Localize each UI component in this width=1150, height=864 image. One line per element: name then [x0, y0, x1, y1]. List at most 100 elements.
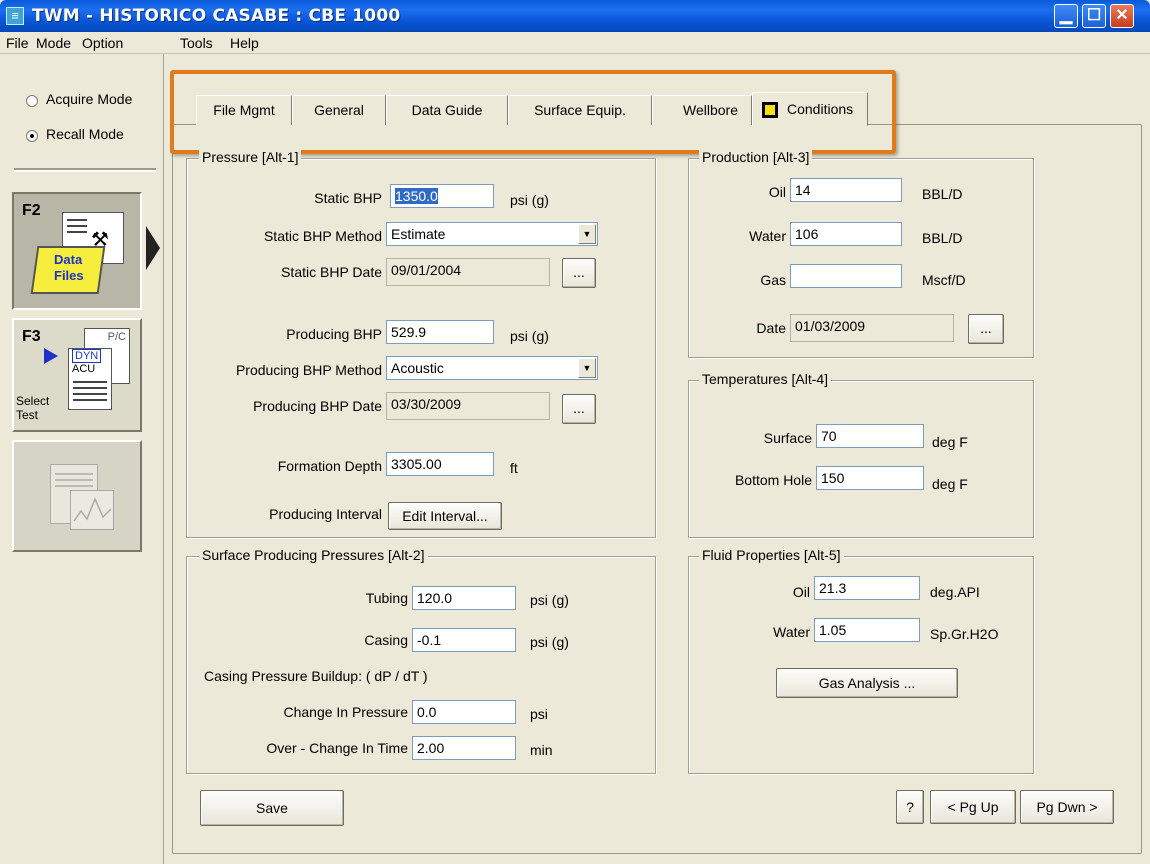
formation-depth-unit: ft [510, 460, 518, 476]
help-button[interactable]: ? [896, 790, 924, 824]
close-button[interactable]: ✕ [1110, 4, 1134, 28]
casing-label: Casing [364, 632, 408, 648]
minimize-icon: ▁ [1059, 7, 1073, 24]
producing-bhp-date-picker-button[interactable]: ... [562, 394, 596, 424]
title-bar: ≡ TWM - HISTORICO CASABE : CBE 1000 ▁ ☐ … [0, 0, 1150, 32]
fluid-oil-label: Oil [792, 584, 810, 600]
production-group-title: Production [Alt-3] [699, 149, 813, 165]
static-bhp-label: Static BHP [314, 190, 382, 206]
formation-depth-label: Formation Depth [277, 458, 382, 474]
fluid-water-label: Water [773, 624, 810, 640]
casing-buildup-label: Casing Pressure Buildup: ( dP / dT ) [204, 668, 428, 684]
static-bhp-date-field[interactable]: 09/01/2004 [386, 258, 550, 286]
change-time-unit: min [530, 742, 553, 758]
chevron-down-icon[interactable]: ▼ [578, 224, 596, 244]
surface-temp-unit: deg F [932, 434, 968, 450]
formation-depth-input[interactable]: 3305.00 [386, 452, 494, 476]
bottom-hole-temp-label: Bottom Hole [734, 472, 812, 488]
graph-icon [70, 490, 114, 530]
production-water-label: Water [749, 228, 786, 244]
maximize-icon: ☐ [1086, 7, 1102, 24]
pressure-group: Pressure [Alt-1] [186, 149, 656, 538]
app-icon: ≡ [6, 7, 24, 25]
static-bhp-date-picker-button[interactable]: ... [562, 258, 596, 288]
change-pressure-unit: psi [530, 706, 548, 722]
chevron-down-icon[interactable]: ▼ [578, 358, 596, 378]
acquire-mode-radio[interactable] [26, 95, 38, 107]
producing-bhp-unit: psi (g) [510, 328, 549, 344]
pressure-group-title: Pressure [Alt-1] [199, 149, 302, 165]
analysis-button[interactable] [12, 440, 142, 552]
menu-option[interactable]: Option [82, 35, 123, 51]
test-label: Test [16, 408, 39, 422]
production-date-field[interactable]: 01/03/2009 [790, 314, 954, 342]
fluid-oil-input[interactable]: 21.3 [814, 576, 920, 600]
menu-bar: File Mode Option Tools Help [0, 32, 1150, 54]
edit-interval-button[interactable]: Edit Interval... [388, 502, 502, 530]
bottom-hole-temp-input[interactable]: 150 [816, 466, 924, 490]
menu-help[interactable]: Help [230, 35, 259, 51]
production-oil-label: Oil [768, 184, 786, 200]
producing-bhp-date-field[interactable]: 03/30/2009 [386, 392, 550, 420]
tubing-label: Tubing [365, 590, 408, 606]
production-water-input[interactable]: 106 [790, 222, 902, 246]
play-arrow-icon [44, 348, 58, 364]
fluid-water-input[interactable]: 1.05 [814, 618, 920, 642]
static-bhp-method-select[interactable]: Estimate ▼ [386, 222, 598, 246]
producing-bhp-label: Producing BHP [286, 326, 382, 342]
producing-bhp-method-select[interactable]: Acoustic ▼ [386, 356, 598, 380]
data-label: Data [54, 252, 83, 267]
recall-mode-radio[interactable] [26, 130, 38, 142]
gas-analysis-button[interactable]: Gas Analysis ... [776, 668, 958, 698]
production-gas-input[interactable] [790, 264, 902, 288]
static-bhp-date-label: Static BHP Date [281, 264, 382, 280]
menu-file[interactable]: File [6, 35, 29, 51]
production-oil-unit: BBL/D [922, 186, 963, 202]
page-up-button[interactable]: < Pg Up [930, 790, 1016, 824]
f2-key-label: F2 [22, 202, 41, 219]
page-down-button[interactable]: Pg Dwn > [1020, 790, 1114, 824]
surface-temp-input[interactable]: 70 [816, 424, 924, 448]
tab-conditions-label: Conditions [787, 101, 854, 117]
production-water-unit: BBL/D [922, 230, 963, 246]
recall-mode-label[interactable]: Recall Mode [46, 126, 124, 142]
separator [14, 168, 156, 172]
casing-input[interactable]: -0.1 [412, 628, 516, 652]
menu-mode[interactable]: Mode [36, 35, 71, 51]
producing-bhp-input[interactable]: 529.9 [386, 320, 494, 344]
production-gas-unit: Mscf/D [922, 272, 966, 288]
dyn-doc-icon: DYN ACU [68, 348, 112, 410]
static-bhp-method-label: Static BHP Method [263, 228, 382, 244]
production-gas-label: Gas [760, 272, 786, 288]
files-label: Files [54, 268, 84, 283]
tubing-unit: psi (g) [530, 592, 569, 608]
casing-unit: psi (g) [530, 634, 569, 650]
maximize-button[interactable]: ☐ [1082, 4, 1106, 28]
close-icon: ✕ [1115, 7, 1129, 24]
selected-arrow-icon [146, 226, 160, 270]
save-button[interactable]: Save [200, 790, 344, 826]
acquire-mode-label[interactable]: Acquire Mode [46, 91, 132, 107]
static-bhp-input[interactable]: 1350.0 [390, 184, 494, 208]
change-time-input[interactable]: 2.00 [412, 736, 516, 760]
surface-temp-label: Surface [763, 430, 812, 446]
f3-key-label: F3 [22, 328, 41, 345]
select-label: Select [16, 394, 50, 408]
fluid-oil-unit: deg.API [930, 584, 980, 600]
data-files-button[interactable]: F2 ⚒ Data Files [12, 192, 142, 310]
tubing-input[interactable]: 120.0 [412, 586, 516, 610]
fluid-properties-group-title: Fluid Properties [Alt-5] [699, 547, 844, 563]
production-date-label: Date [756, 320, 786, 336]
fluid-water-unit: Sp.Gr.H2O [930, 626, 999, 642]
change-pressure-label: Change In Pressure [283, 704, 408, 720]
production-date-picker-button[interactable]: ... [968, 314, 1004, 344]
menu-tools[interactable]: Tools [180, 35, 213, 51]
surface-pressures-group-title: Surface Producing Pressures [Alt-2] [199, 547, 428, 563]
bottom-hole-temp-unit: deg F [932, 476, 968, 492]
temperatures-group-title: Temperatures [Alt-4] [699, 371, 832, 387]
production-oil-input[interactable]: 14 [790, 178, 902, 202]
change-pressure-input[interactable]: 0.0 [412, 700, 516, 724]
minimize-button[interactable]: ▁ [1054, 4, 1078, 28]
window-title: TWM - HISTORICO CASABE : CBE 1000 [32, 6, 401, 26]
select-test-button[interactable]: F3 P/C DYN ACU Select Test [12, 318, 142, 432]
